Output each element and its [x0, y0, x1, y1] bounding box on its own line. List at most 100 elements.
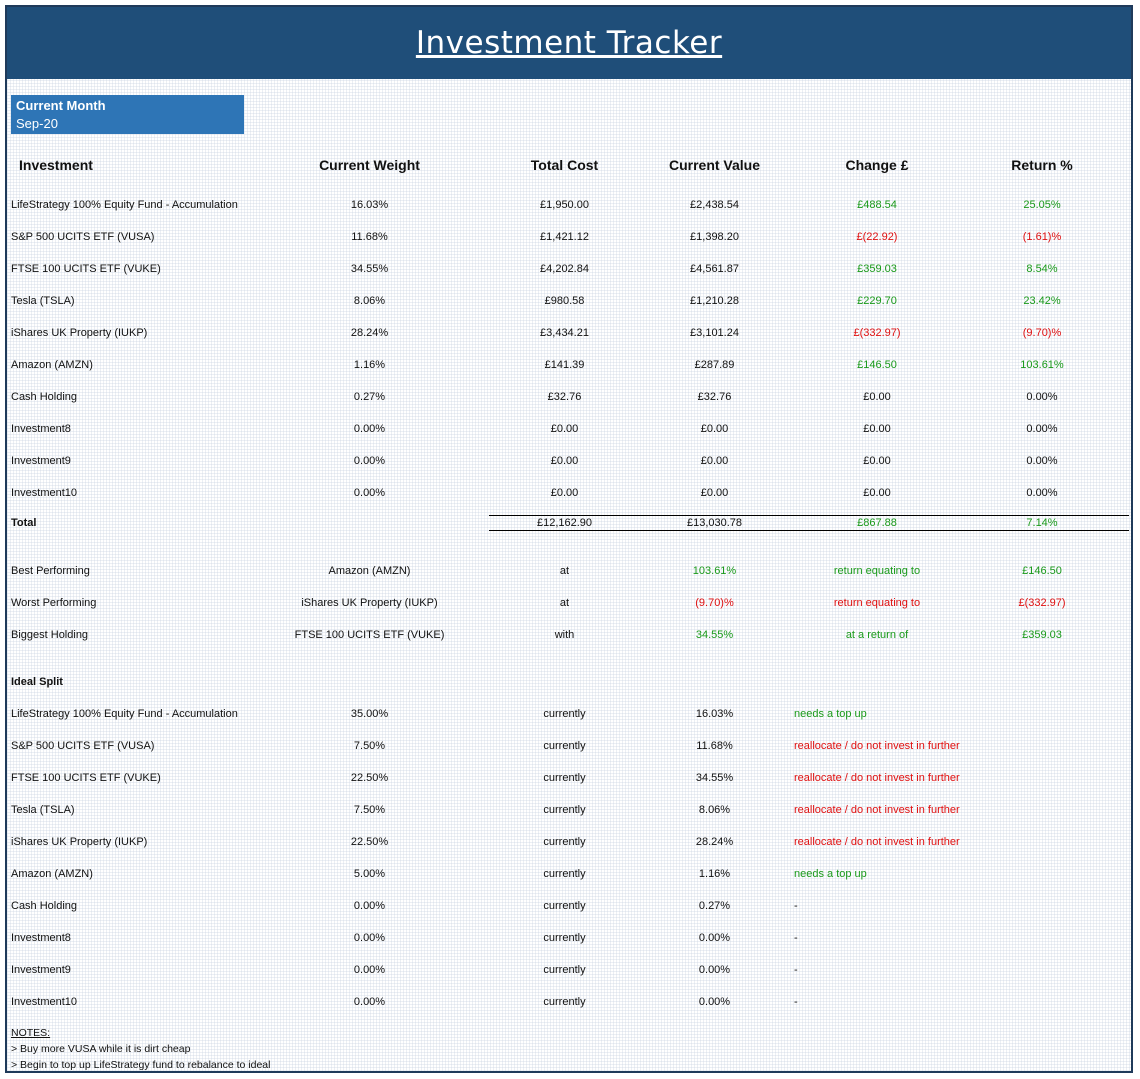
- change-amount: £(22.92): [856, 231, 898, 243]
- performance-row[interactable]: Biggest Holding FTSE 100 UCITS ETF (VUKE)…: [7, 625, 1131, 645]
- return-percent: 0.00%: [1026, 455, 1058, 467]
- ideal-split-row[interactable]: iShares UK Property (IUKP) 22.50% currentl…: [7, 832, 1131, 852]
- total-cost: £0.00: [550, 487, 579, 499]
- ideal-connector: currently: [543, 932, 586, 944]
- holding-row[interactable]: Amazon (AMZN) 1.16% £141.39 £287.89 £146.50 1…: [7, 355, 1131, 375]
- header-return: Return %: [1011, 157, 1073, 173]
- current-weight: 8.06%: [353, 295, 386, 307]
- current-weight: 11.68%: [351, 231, 388, 243]
- performance-row[interactable]: Best Performing Amazon (AMZN) at 103.61% ret…: [7, 561, 1131, 581]
- header-current-weight: Current Weight: [319, 157, 420, 173]
- ideal-investment-name: Investment9: [11, 964, 71, 976]
- ideal-target-weight: 0.00%: [353, 900, 386, 912]
- current-value: £0.00: [700, 487, 729, 499]
- return-percent: 23.42%: [1023, 295, 1061, 307]
- performance-label: Worst Performing: [11, 597, 97, 609]
- ideal-current-weight: 0.00%: [698, 964, 731, 976]
- ideal-split-row[interactable]: Tesla (TSLA) 7.50% currently 8.06% reallocat…: [7, 800, 1131, 820]
- ideal-split-row[interactable]: Amazon (AMZN) 5.00% currently 1.16% needs a …: [7, 864, 1131, 884]
- ideal-split-row[interactable]: S&P 500 UCITS ETF (VUSA) 7.50% currently 11…: [7, 736, 1131, 756]
- holding-row[interactable]: Investment10 0.00% £0.00 £0.00 £0.00 0.00%: [7, 483, 1131, 503]
- holding-row[interactable]: Investment9 0.00% £0.00 £0.00 £0.00 0.00%: [7, 451, 1131, 471]
- ideal-current-weight: 8.06%: [698, 804, 731, 816]
- total-cost: £3,434.21: [540, 327, 589, 339]
- ideal-advice: -: [794, 932, 798, 944]
- ideal-investment-name: LifeStrategy 100% Equity Fund - Accumula…: [11, 708, 238, 720]
- holding-row[interactable]: LifeStrategy 100% Equity Fund - Accumula…: [7, 195, 1131, 215]
- ideal-split-heading-row: Ideal Split: [7, 672, 1131, 692]
- header-change: Change £: [845, 157, 909, 173]
- title-banner: Investment Tracker: [7, 7, 1131, 79]
- return-percent: 8.54%: [1026, 263, 1058, 275]
- ideal-split-row[interactable]: LifeStrategy 100% Equity Fund - Accumula…: [7, 704, 1131, 724]
- change-amount: £488.54: [857, 199, 897, 211]
- investment-name: Investment10: [11, 487, 78, 499]
- investment-name: iShares UK Property (IUKP): [11, 327, 148, 339]
- return-percent: 25.05%: [1023, 199, 1061, 211]
- current-month-label: Current Month: [16, 98, 106, 113]
- ideal-connector: currently: [543, 868, 586, 880]
- performance-amount: £(332.97): [1018, 597, 1066, 609]
- ideal-target-weight: 0.00%: [353, 932, 386, 944]
- page-title: Investment Tracker: [415, 25, 723, 61]
- ideal-split-row[interactable]: Investment8 0.00% currently 0.00% -: [7, 928, 1131, 948]
- performance-amount: £359.03: [1022, 629, 1062, 641]
- current-weight: 0.00%: [353, 487, 386, 499]
- holding-row[interactable]: S&P 500 UCITS ETF (VUSA) 11.68% £1,421.12 £…: [7, 227, 1131, 247]
- ideal-target-weight: 7.50%: [353, 804, 386, 816]
- total-cost: £32.76: [547, 391, 582, 403]
- investment-name: S&P 500 UCITS ETF (VUSA): [11, 231, 155, 243]
- total-cost: £0.00: [550, 423, 579, 435]
- investment-name: Tesla (TSLA): [11, 295, 75, 307]
- investment-name: FTSE 100 UCITS ETF (VUKE): [11, 263, 161, 275]
- total-bottom-border: [489, 530, 1129, 531]
- current-value: £1,398.20: [690, 231, 739, 243]
- holding-row[interactable]: Investment8 0.00% £0.00 £0.00 £0.00 0.00%: [7, 419, 1131, 439]
- change-amount: £0.00: [863, 391, 891, 403]
- ideal-split-row[interactable]: Investment9 0.00% currently 0.00% -: [7, 960, 1131, 980]
- ideal-current-weight: 0.27%: [698, 900, 731, 912]
- investment-name: Amazon (AMZN): [11, 359, 93, 371]
- current-value: £287.89: [694, 359, 735, 371]
- investment-name: Investment8: [11, 423, 71, 435]
- ideal-split-row[interactable]: Cash Holding 0.00% currently 0.27% -: [7, 896, 1131, 916]
- ideal-current-weight: 1.16%: [698, 868, 731, 880]
- total-cost: £0.00: [550, 455, 579, 467]
- ideal-target-weight: 5.00%: [353, 868, 386, 880]
- ideal-target-weight: 0.00%: [353, 964, 386, 976]
- ideal-split-title: Ideal Split: [11, 676, 63, 688]
- holding-row[interactable]: iShares UK Property (IUKP) 28.24% £3,434.2…: [7, 323, 1131, 343]
- holding-row[interactable]: Tesla (TSLA) 8.06% £980.58 £1,210.28 £229.70…: [7, 291, 1131, 311]
- current-weight: 0.27%: [353, 391, 386, 403]
- ideal-advice: reallocate / do not invest in further: [794, 804, 960, 816]
- holding-row[interactable]: FTSE 100 UCITS ETF (VUKE) 34.55% £4,202.84…: [7, 259, 1131, 279]
- current-month-box[interactable]: Current Month Sep-20: [11, 95, 244, 134]
- return-percent: (1.61)%: [1022, 231, 1062, 243]
- performance-row[interactable]: Worst Performing iShares UK Property (IUK…: [7, 593, 1131, 613]
- current-value: £4,561.87: [690, 263, 739, 275]
- return-percent: 0.00%: [1026, 487, 1058, 499]
- ideal-split-row[interactable]: FTSE 100 UCITS ETF (VUKE) 22.50% currently…: [7, 768, 1131, 788]
- performance-percent: 34.55%: [695, 629, 734, 641]
- ideal-target-weight: 22.50%: [350, 836, 389, 848]
- change-amount: £(332.97): [853, 327, 901, 339]
- performance-investment: Amazon (AMZN): [328, 565, 411, 577]
- header-total-cost: Total Cost: [530, 157, 599, 173]
- notes-title: NOTES:: [11, 1027, 51, 1039]
- performance-percent: (9.70)%: [695, 597, 734, 609]
- ideal-advice: reallocate / do not invest in further: [794, 772, 960, 784]
- current-weight: 0.00%: [353, 423, 386, 435]
- total-cost: £141.39: [544, 359, 585, 371]
- change-amount: £229.70: [857, 295, 897, 307]
- ideal-advice: -: [794, 900, 798, 912]
- performance-investment: FTSE 100 UCITS ETF (VUKE): [294, 629, 445, 641]
- ideal-split-row[interactable]: Investment10 0.00% currently 0.00% -: [7, 992, 1131, 1012]
- header-current-value: Current Value: [668, 157, 761, 173]
- ideal-target-weight: 7.50%: [353, 740, 386, 752]
- current-weight: 1.16%: [353, 359, 386, 371]
- ideal-investment-name: Investment8: [11, 932, 71, 944]
- ideal-advice: reallocate / do not invest in further: [794, 836, 960, 848]
- ideal-connector: currently: [543, 772, 586, 784]
- current-value: £0.00: [700, 423, 729, 435]
- holding-row[interactable]: Cash Holding 0.27% £32.76 £32.76 £0.00 0.00%: [7, 387, 1131, 407]
